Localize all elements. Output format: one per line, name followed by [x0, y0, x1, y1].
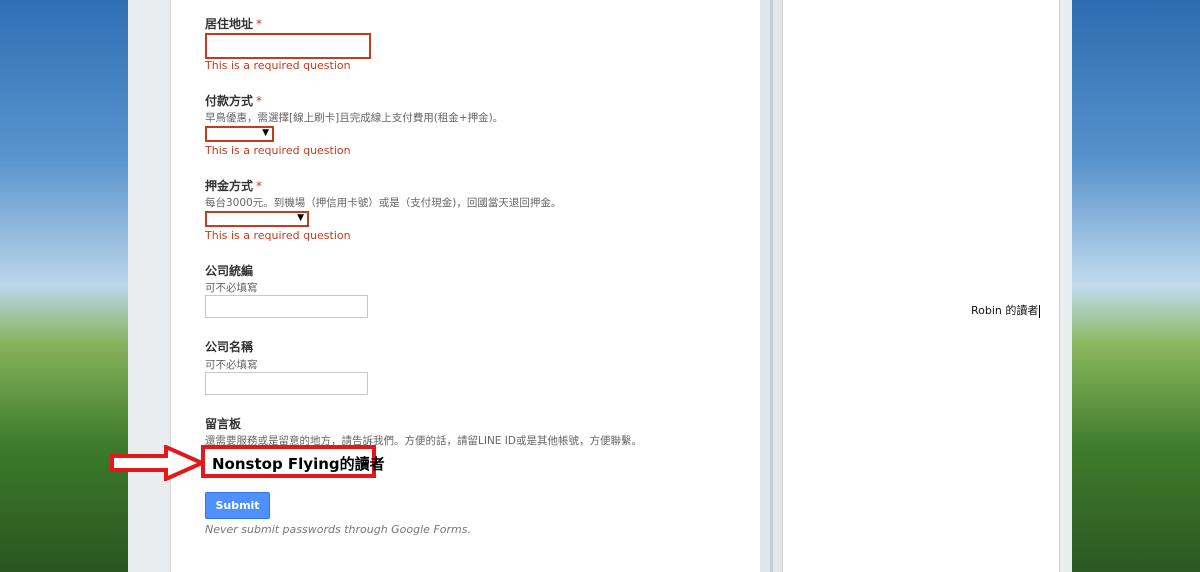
address-question-title: 居住地址 * — [205, 15, 262, 32]
deposit-help-text: 每台3000元。到機場（押信用卡號）或是（支付現金)，回國當天退回押金。 — [205, 197, 562, 209]
dropdown-arrow-icon: ▼ — [262, 128, 269, 138]
payment-help-text: 早鳥優惠，需選擇[線上刷卡]且完成線上支付費用(租金+押金)。 — [205, 112, 504, 124]
payment-select[interactable]: ▼ — [205, 126, 274, 142]
address-title-text: 居住地址 — [205, 17, 254, 31]
payment-error-message: This is a required question — [205, 144, 351, 157]
password-warning-footnote: Never submit passwords through Google Fo… — [205, 523, 471, 536]
deposit-error-message: This is a required question — [205, 229, 351, 242]
text-cursor — [1039, 304, 1041, 318]
deposit-select[interactable]: ▼ — [205, 211, 309, 227]
side-document-text: Robin 的讀者 — [971, 304, 1039, 317]
background-right — [1072, 0, 1200, 572]
required-asterisk: * — [256, 17, 263, 31]
company-name-question-title: 公司名稱 — [205, 340, 254, 354]
side-document-panel[interactable]: Robin 的讀者 — [782, 0, 1060, 572]
message-answer-text: Nonstop Flying的讀者 — [212, 455, 385, 473]
required-asterisk: * — [256, 179, 263, 193]
google-form-card — [170, 0, 762, 572]
side-document-line: Robin 的讀者 — [971, 302, 1041, 318]
payment-question-title: 付款方式 * — [205, 92, 262, 109]
red-arrow-annotation — [110, 445, 207, 481]
dropdown-arrow-icon: ▼ — [297, 213, 304, 223]
message-answer-highlight[interactable]: Nonstop Flying的讀者 — [201, 445, 385, 478]
background-left — [0, 0, 128, 572]
panel-divider — [760, 0, 782, 572]
payment-title-text: 付款方式 — [205, 94, 254, 108]
address-input[interactable] — [205, 33, 371, 59]
submit-button[interactable]: Submit — [205, 492, 270, 519]
deposit-question-title: 押金方式 * — [205, 177, 262, 194]
tax-id-question-title: 公司統編 — [205, 264, 254, 278]
deposit-title-text: 押金方式 — [205, 179, 254, 193]
company-name-input[interactable] — [205, 372, 368, 395]
tax-id-help-text: 可不必填寫 — [205, 282, 258, 294]
message-board-question-title: 留言板 — [205, 417, 242, 431]
address-error-message: This is a required question — [205, 59, 351, 72]
required-asterisk: * — [256, 94, 263, 108]
tax-id-input[interactable] — [205, 295, 368, 318]
company-name-help-text: 可不必填寫 — [205, 359, 258, 371]
